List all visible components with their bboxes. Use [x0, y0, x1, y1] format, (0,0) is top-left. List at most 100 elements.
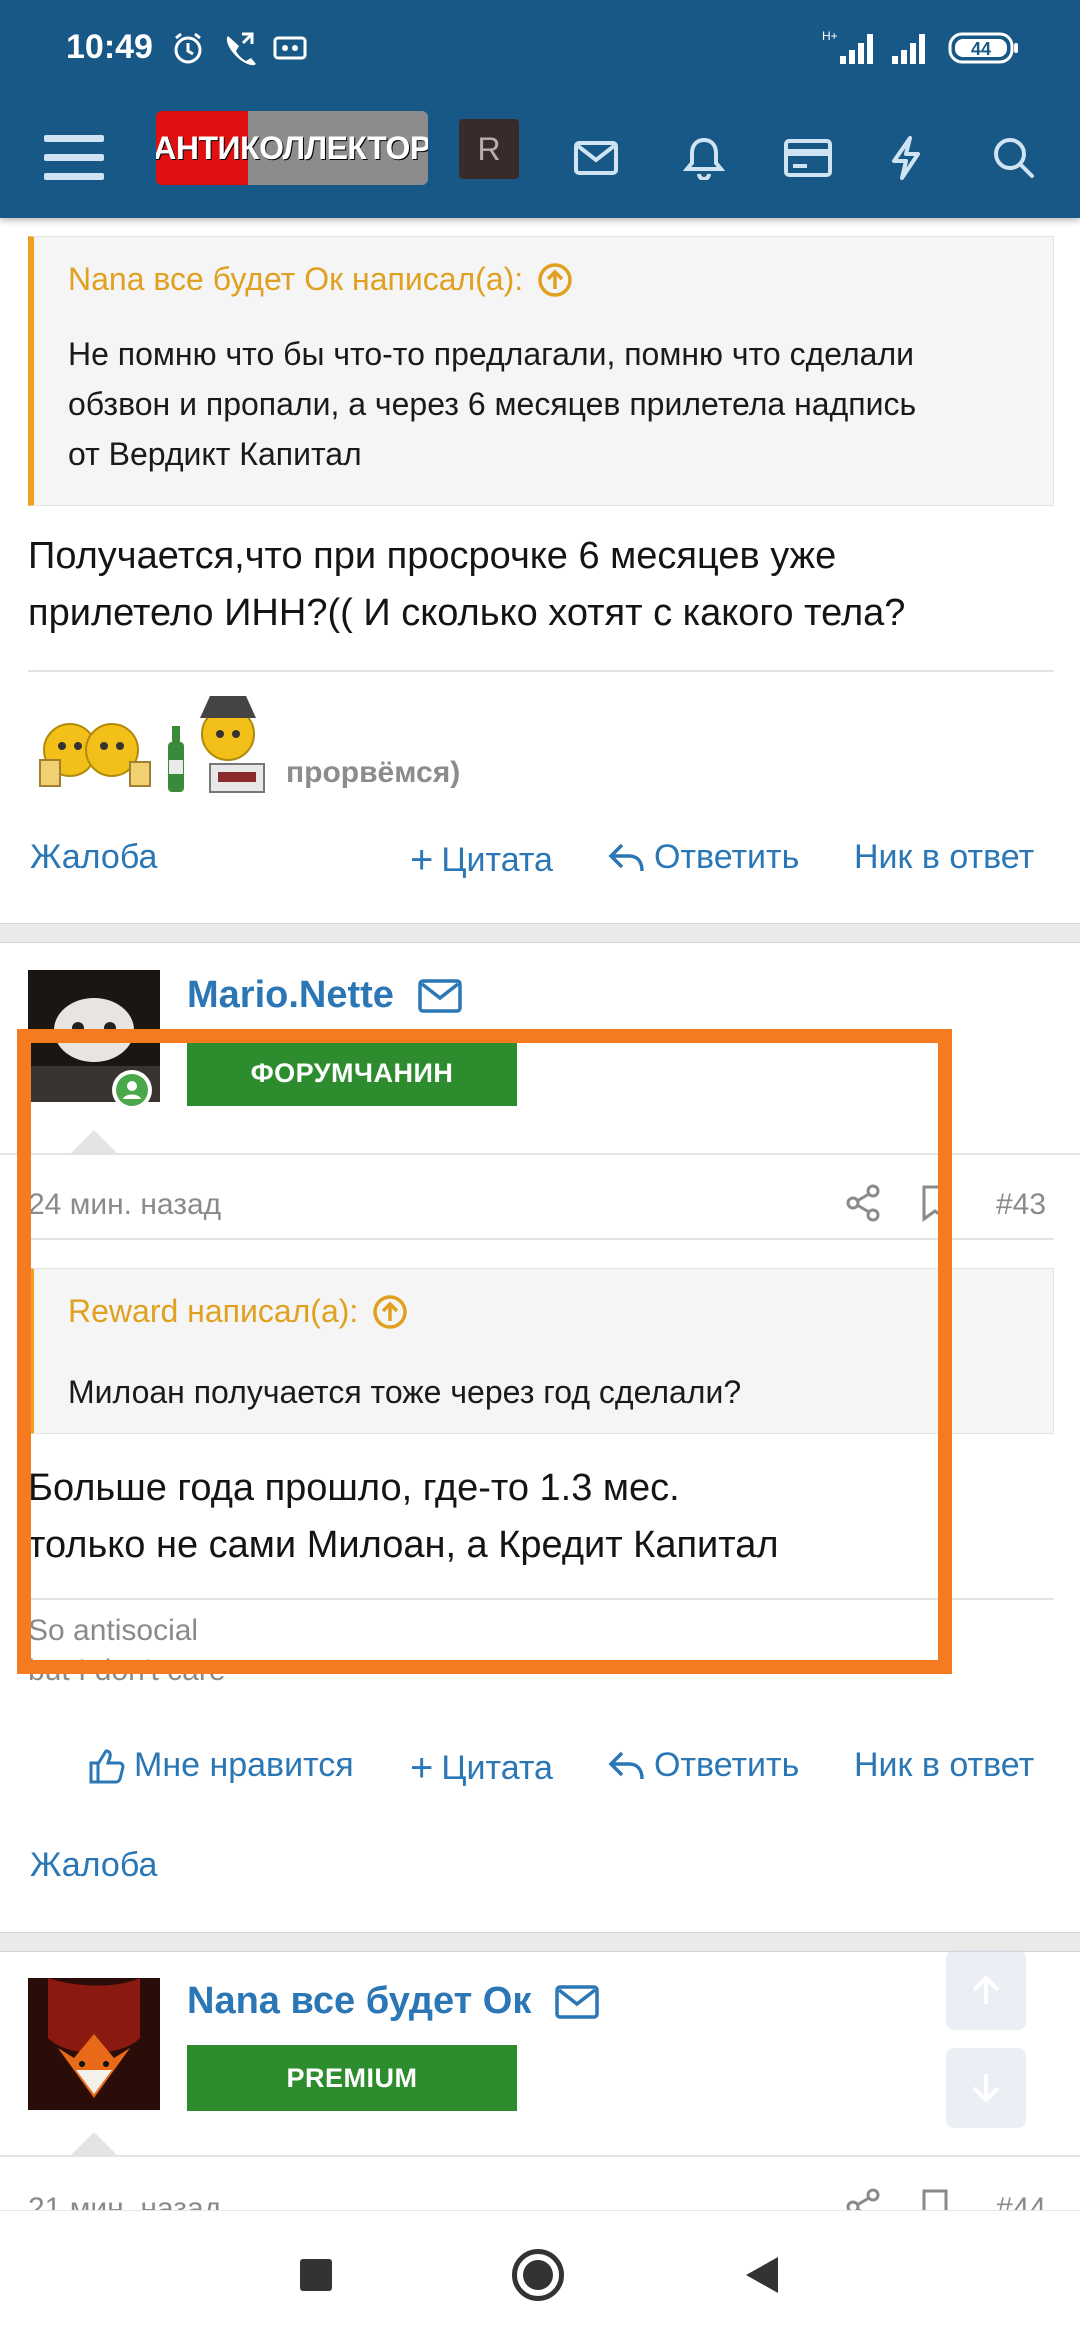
signal-2-icon [888, 28, 934, 73]
quote-block: Nana все будет Ок написал(а): Не помню ч… [28, 236, 1054, 506]
search-icon[interactable] [976, 120, 1052, 196]
lightning-icon[interactable] [868, 120, 944, 196]
report-link[interactable]: Жалоба [30, 1846, 157, 1885]
quote-link[interactable]: + Цитата [410, 838, 553, 883]
quote-link[interactable]: + Цитата [410, 1746, 553, 1791]
message-line: Больше года прошло, где-то 1.3 мес. [28, 1467, 680, 1509]
nick-reply-link[interactable]: Ник в ответ [854, 838, 1034, 877]
bookmark-icon[interactable] [920, 2188, 950, 2210]
author-avatar[interactable] [28, 1978, 160, 2110]
arrow-up-icon [972, 1975, 1000, 2004]
home-icon[interactable] [512, 2249, 564, 2301]
quote-text: Милоан получается тоже через год сделали… [68, 1374, 742, 1410]
author-name-text: Mario.Nette [187, 974, 394, 1016]
author-name-text: Nana все будет Ок [187, 1980, 532, 2022]
quote-header[interactable]: Nana все будет Ок написал(а): [68, 261, 573, 298]
reply-icon [608, 843, 644, 871]
nick-reply-link[interactable]: Ник в ответ [854, 1746, 1034, 1785]
arrow-pointer [70, 2132, 118, 2156]
signature-divider [28, 670, 1054, 672]
bookmark-icon[interactable] [920, 1184, 950, 1227]
card-icon[interactable] [770, 120, 846, 196]
post-number[interactable]: #43 [996, 1188, 1046, 1222]
quote-line: обзвон и пропали, а через 6 месяцев прил… [68, 386, 917, 422]
reply-link[interactable]: Ответить [608, 1746, 799, 1785]
plus-icon: + [410, 838, 434, 882]
site-logo[interactable]: АНТИКОЛЛЕКТОР [156, 111, 428, 185]
mail-icon[interactable] [555, 1984, 600, 2019]
meta-divider [28, 1238, 1054, 1240]
scroll-bottom-button[interactable] [946, 2048, 1026, 2128]
call-forward-icon [220, 30, 256, 71]
signature-emoticons [32, 684, 282, 803]
quote-author: Reward написал(а): [68, 1293, 359, 1329]
rank-badge: ФОРУМЧАНИН [187, 1040, 517, 1106]
post-header-divider [0, 1153, 1080, 1155]
logo-text: АНТИКОЛЛЕКТОР [156, 129, 428, 166]
post-separator [0, 923, 1080, 943]
quote-block: Reward написал(а): Милоан получается тож… [28, 1268, 1054, 1434]
author-name[interactable]: Mario.Nette [187, 974, 462, 1017]
system-nav-bar [0, 2210, 1080, 2340]
bell-icon[interactable] [666, 120, 742, 196]
arrow-up-circle-icon[interactable] [372, 1294, 408, 1330]
smiley-image [39, 696, 265, 793]
arrow-up-circle-icon[interactable] [537, 262, 573, 298]
battery-icon: 44 [948, 32, 1020, 71]
share-icon[interactable] [846, 2188, 880, 2210]
post-message: Получается,что при просрочке 6 месяцев у… [28, 528, 905, 642]
reply-label: Ответить [654, 838, 800, 876]
signature-line: but I don't care [28, 1654, 226, 1687]
quote-text: Не помню что бы что-то предлагали, помню… [68, 329, 916, 479]
menu-icon[interactable] [36, 120, 112, 196]
thread-content: Nana все будет Ок написал(а): Не помню ч… [0, 218, 1080, 2210]
network-label: H+ [822, 29, 838, 43]
quote-label: Цитата [441, 841, 553, 879]
quote-header[interactable]: Reward написал(а): [68, 1293, 408, 1330]
signature-divider [28, 1598, 1054, 1600]
cast-icon [272, 30, 308, 71]
arrow-pointer [70, 1130, 118, 1154]
mail-icon[interactable] [558, 120, 634, 196]
status-bar: 10:49 H+ 44 [0, 0, 1080, 100]
scroll-top-button[interactable] [946, 1950, 1026, 2030]
back-icon[interactable] [744, 2255, 780, 2300]
rank-badge: PREMIUM [187, 2045, 517, 2111]
nick-reply-label: Ник в ответ [854, 1746, 1035, 1784]
post-separator [0, 1932, 1080, 1952]
message-line: Получается,что при просрочке 6 месяцев у… [28, 535, 837, 577]
online-indicator-icon [112, 1070, 152, 1110]
message-line: только не сами Милоан, а Кредит Капитал [28, 1524, 779, 1566]
status-time: 10:49 [66, 28, 153, 66]
arrow-down-icon [972, 2074, 1000, 2103]
reply-link[interactable]: Ответить [608, 838, 799, 877]
recent-apps-icon[interactable] [300, 2259, 332, 2291]
post-header-divider [0, 2155, 1080, 2157]
app-header: 10:49 H+ 44 АНТИКОЛЛЕКТОР R [0, 0, 1080, 218]
like-link[interactable]: Мне нравится [88, 1746, 354, 1785]
thumbs-up-icon [89, 1748, 125, 1783]
plus-icon: + [410, 1746, 434, 1790]
user-avatar[interactable]: R [459, 119, 519, 179]
alarm-icon [170, 30, 206, 71]
reply-label: Ответить [654, 1746, 800, 1784]
signal-1-icon: H+ [822, 28, 878, 73]
reply-icon [608, 1751, 644, 1779]
post-message: Больше года прошло, где-то 1.3 мес. толь… [28, 1460, 779, 1574]
mail-icon[interactable] [418, 978, 462, 1013]
battery-level: 44 [971, 39, 991, 59]
signature-text: прорвёмся) [286, 756, 461, 789]
like-label: Мне нравится [134, 1746, 354, 1784]
post-time[interactable]: 21 мин. назад [28, 2192, 221, 2210]
post-number[interactable]: #44 [996, 2192, 1046, 2210]
quote-author: Nana все будет Ок написал(а): [68, 261, 524, 297]
report-label: Жалоба [30, 838, 158, 876]
share-icon[interactable] [846, 1184, 880, 1227]
report-link[interactable]: Жалоба [30, 838, 157, 877]
quote-line: Не помню что бы что-то предлагали, помню… [68, 336, 914, 372]
quote-label: Цитата [441, 1749, 553, 1787]
signature-line: So antisocial [28, 1614, 199, 1647]
message-line: прилетело ИНН?(( И сколько хотят с каког… [28, 592, 906, 634]
post-time[interactable]: 24 мин. назад [28, 1188, 221, 1222]
author-name[interactable]: Nana все будет Ок [187, 1980, 600, 2023]
